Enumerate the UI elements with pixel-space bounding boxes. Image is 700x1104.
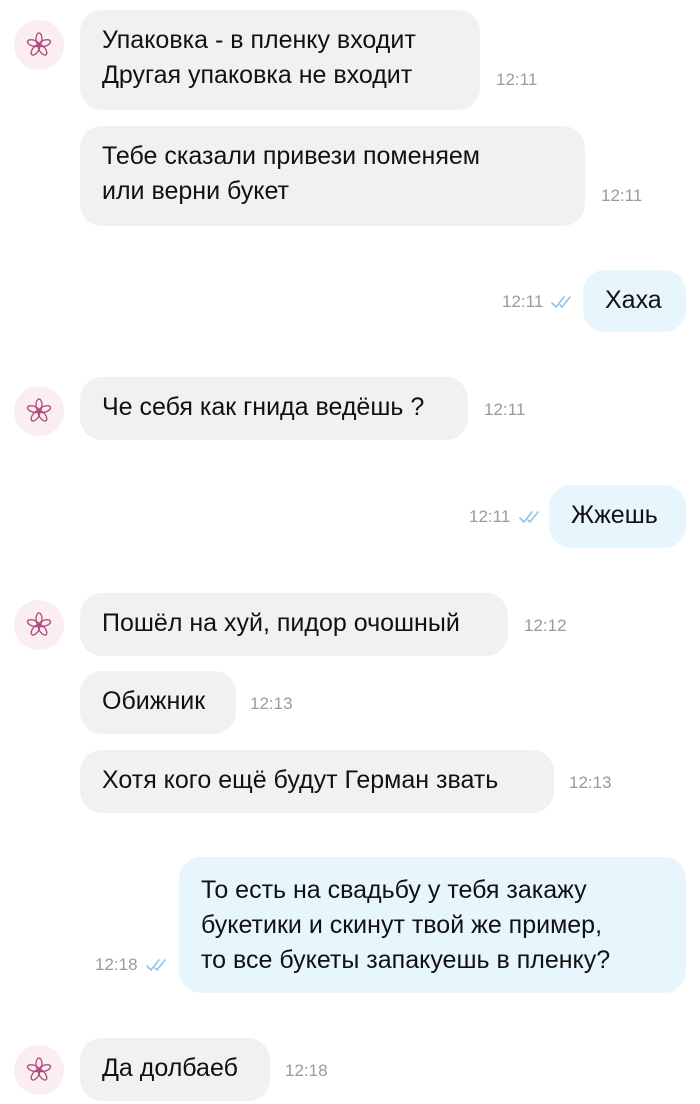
message-text-line: Жжешь bbox=[571, 501, 658, 529]
message-time: 12:18 bbox=[285, 1061, 328, 1080]
message-text-line: Обижник bbox=[102, 687, 206, 715]
message-text-line: букетики и скинут твой же пример, bbox=[201, 911, 603, 939]
message-text-line: Че себя как гнида ведёшь ? bbox=[102, 393, 425, 421]
message-text-line: Хотя кого ещё будут Герман звать bbox=[102, 766, 499, 794]
message-time: 12:11 bbox=[469, 507, 511, 526]
message-text-line: Хаха bbox=[605, 286, 662, 314]
incoming-message[interactable]: Обижник bbox=[80, 671, 236, 734]
outgoing-message[interactable]: Жжешь bbox=[549, 485, 686, 548]
message-text-line: Упаковка - в пленку входит bbox=[102, 26, 416, 54]
message-text-line: То есть на свадьбу у тебя закажу bbox=[201, 876, 587, 904]
message-time: 12:13 bbox=[569, 773, 612, 792]
incoming-message[interactable]: Упаковка - в пленку входит Другая упаков… bbox=[80, 10, 480, 110]
message-time: 12:13 bbox=[250, 694, 293, 713]
outgoing-message[interactable]: Хаха bbox=[583, 270, 686, 332]
message-text-line: Да долбаеб bbox=[102, 1054, 238, 1082]
flower-logo-icon bbox=[26, 32, 52, 56]
message-text-line: то все букеты запакуешь в пленку? bbox=[201, 946, 611, 974]
message-text-line: Пошёл на хуй, пидор очошный bbox=[102, 609, 460, 637]
flower-logo-icon bbox=[26, 612, 52, 636]
double-check-icon bbox=[551, 296, 571, 308]
double-check-icon bbox=[146, 959, 166, 971]
message-time: 12:11 bbox=[496, 70, 538, 89]
flower-logo-icon bbox=[26, 1057, 52, 1081]
message-time: 12:12 bbox=[524, 616, 567, 635]
message-time: 12:11 bbox=[601, 186, 643, 205]
incoming-message[interactable]: Тебе сказали привези поменяем или верни … bbox=[80, 126, 585, 226]
message-time: 12:18 bbox=[95, 955, 138, 974]
incoming-message[interactable]: Пошёл на хуй, пидор очошный bbox=[80, 593, 508, 656]
contact-avatar[interactable] bbox=[14, 600, 64, 650]
incoming-message[interactable]: Че себя как гнида ведёшь ? bbox=[80, 377, 468, 440]
outgoing-message[interactable]: То есть на свадьбу у тебя закажу букетик… bbox=[179, 857, 686, 993]
flower-logo-icon bbox=[26, 398, 52, 422]
contact-avatar[interactable] bbox=[14, 20, 64, 70]
message-time: 12:11 bbox=[484, 400, 526, 419]
message-text-line: Другая упаковка не входит bbox=[102, 61, 413, 89]
incoming-message[interactable]: Хотя кого ещё будут Герман звать bbox=[80, 750, 554, 813]
incoming-message[interactable]: Да долбаеб bbox=[80, 1038, 270, 1101]
message-time: 12:11 bbox=[502, 292, 544, 311]
message-text-line: Тебе сказали привези поменяем bbox=[102, 142, 480, 170]
double-check-icon bbox=[519, 511, 539, 523]
message-text-line: или верни букет bbox=[102, 177, 289, 205]
contact-avatar[interactable] bbox=[14, 1045, 64, 1095]
contact-avatar[interactable] bbox=[14, 386, 64, 436]
